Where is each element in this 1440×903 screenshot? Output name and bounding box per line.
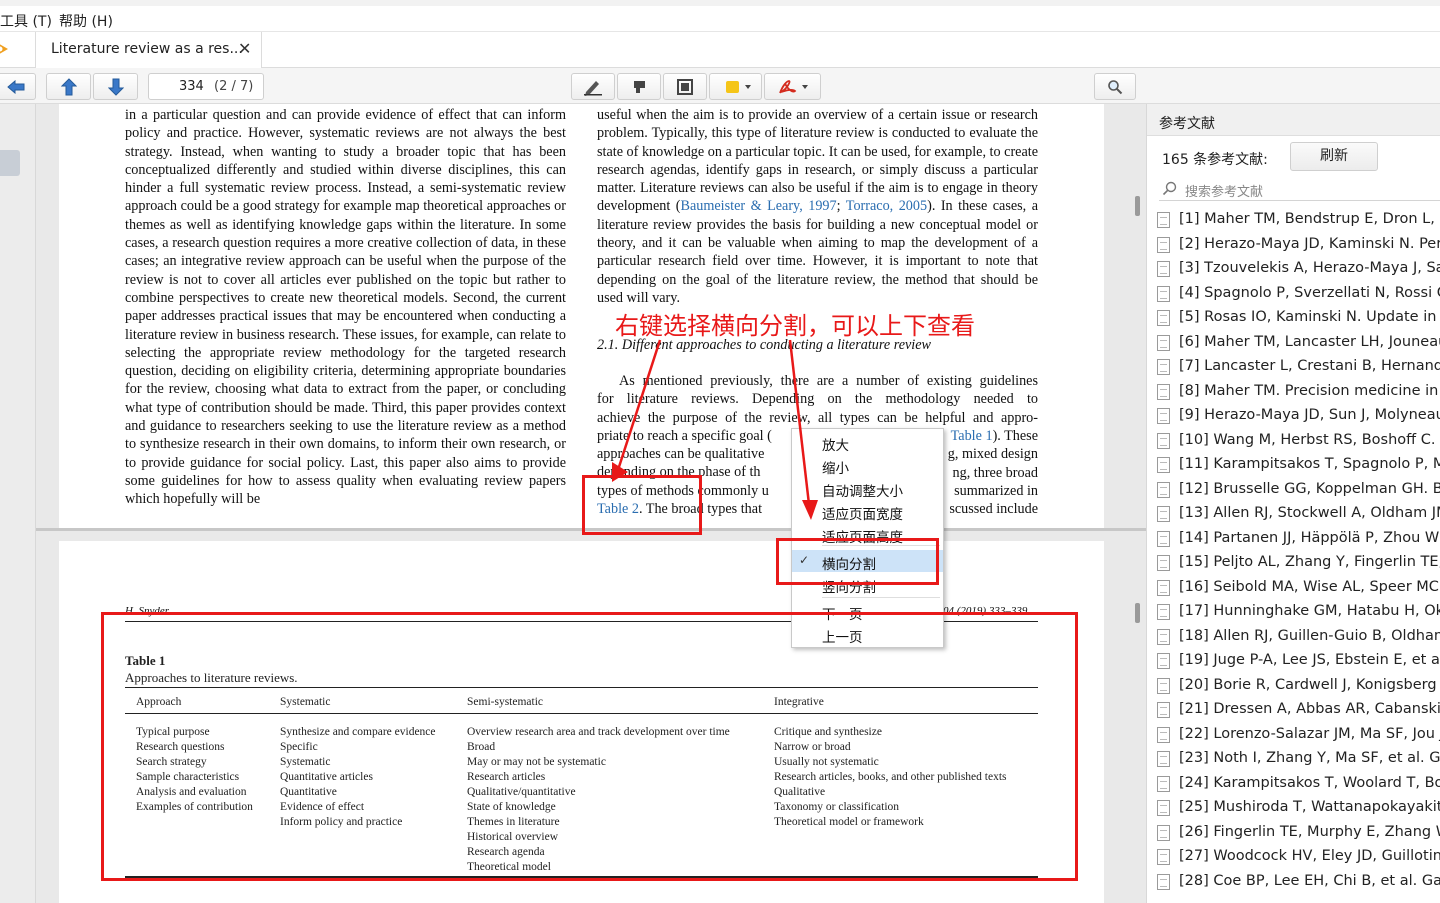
annotation-arrowhead-right xyxy=(802,500,818,520)
annotation-text: 右键选择横向分割，可以上下查看 xyxy=(615,312,975,340)
annotation-arrows xyxy=(612,339,818,520)
annotation-arrow-left xyxy=(616,339,662,471)
annotation-arrow-right xyxy=(788,339,812,514)
